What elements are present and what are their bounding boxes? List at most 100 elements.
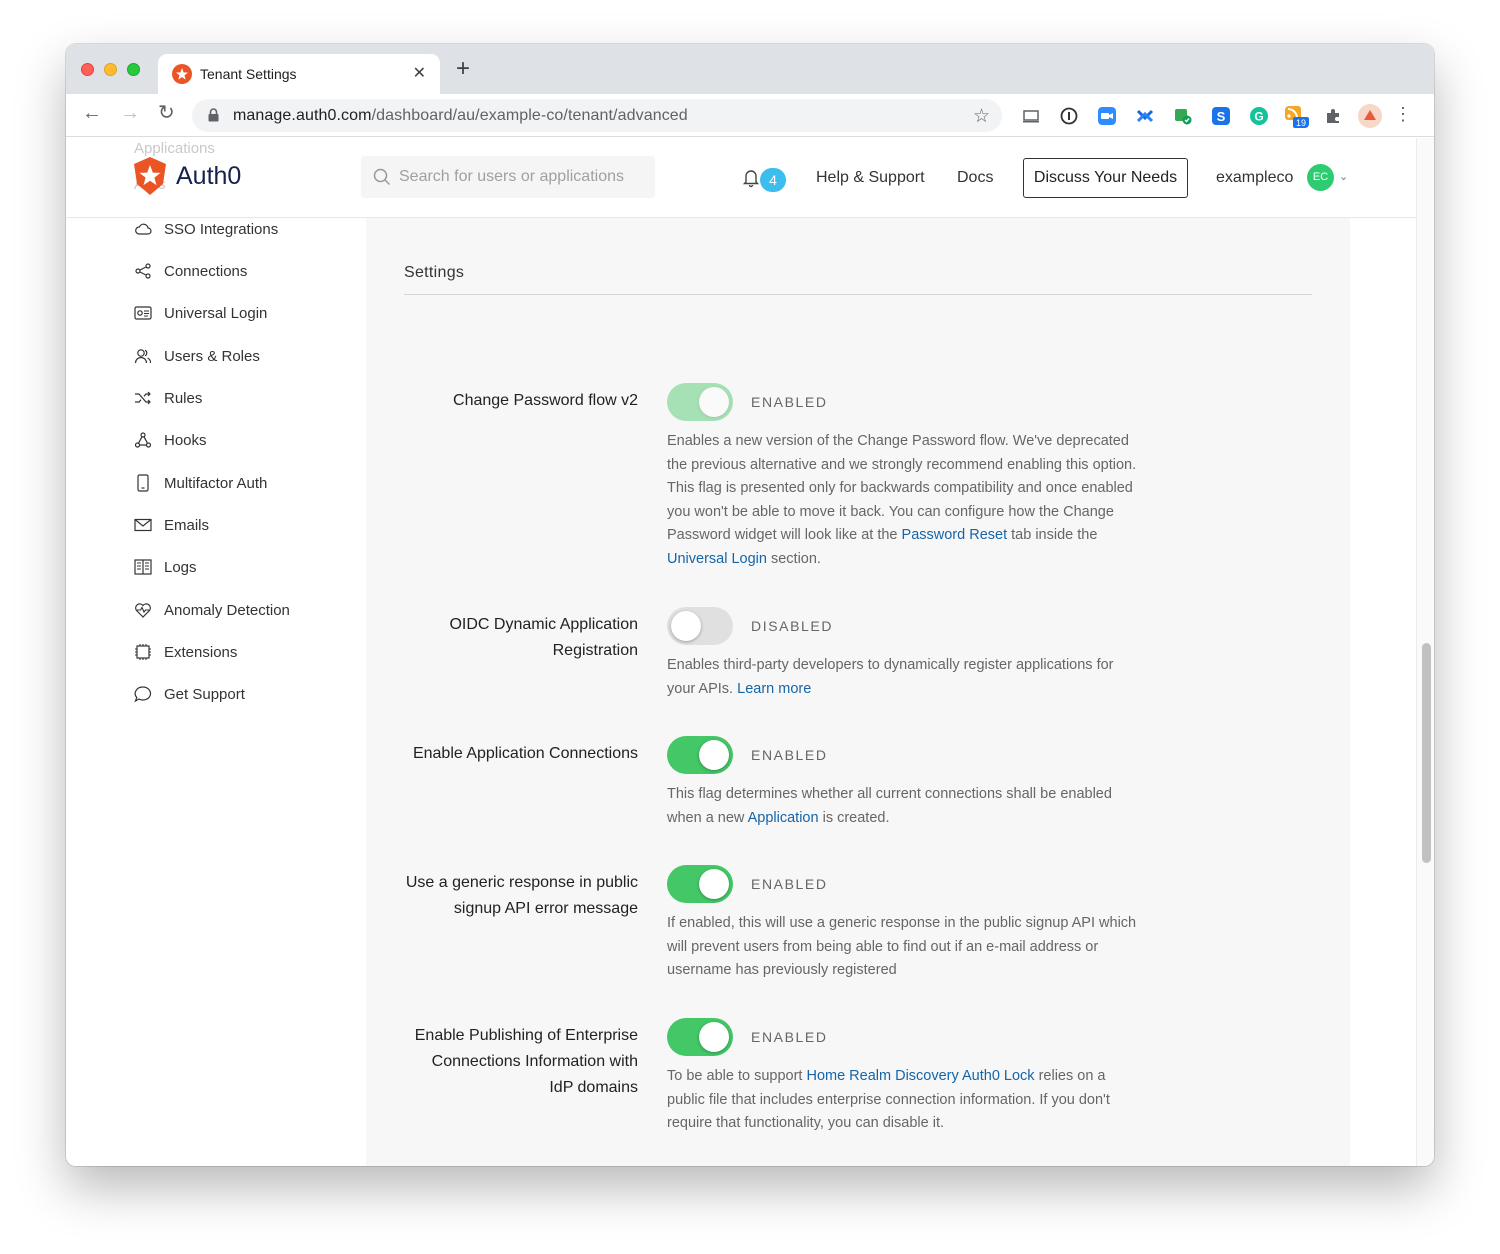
avatar[interactable]: EC	[1307, 164, 1334, 191]
setting-description: To be able to support Home Realm Discove…	[667, 1065, 1145, 1136]
help-support-link[interactable]: Help & Support	[816, 169, 925, 187]
new-tab-button[interactable]: +	[456, 57, 470, 81]
grammarly-icon[interactable]: G	[1250, 107, 1268, 125]
password-manager-icon[interactable]	[1060, 107, 1078, 125]
bell-icon[interactable]	[742, 168, 760, 188]
shield-check-icon[interactable]	[1174, 107, 1192, 125]
lock-icon	[208, 108, 219, 122]
toggle-knob	[699, 1022, 729, 1052]
toggle-knob	[699, 387, 729, 417]
auth0-logo[interactable]: Auth0	[132, 156, 241, 196]
notification-badge[interactable]: 4	[760, 168, 786, 192]
sidebar-item-users-roles[interactable]: Users & Roles	[134, 344, 260, 368]
sidebar-item-label: Hooks	[164, 431, 207, 449]
setting-description: If enabled, this will use a generic resp…	[667, 915, 1137, 979]
book-icon	[134, 559, 152, 575]
sidebar-item-rules[interactable]: Rules	[134, 386, 202, 410]
shuffle-icon	[135, 391, 151, 405]
desc-text: section.	[766, 550, 821, 567]
toggle-oidc-dynamic-registration[interactable]	[667, 607, 733, 645]
sidebar-item-get-support[interactable]: Get Support	[134, 682, 245, 706]
discuss-needs-button[interactable]: Discuss Your Needs	[1023, 158, 1188, 198]
sidebar-item-universal-login[interactable]: Universal Login	[134, 301, 267, 325]
forward-arrow-icon[interactable]: →	[120, 103, 140, 123]
docs-link[interactable]: Docs	[957, 169, 993, 187]
application-link[interactable]: Application	[748, 810, 819, 826]
url-host: manage.auth0.com	[233, 107, 372, 124]
learn-more-link[interactable]: Learn more	[737, 681, 811, 697]
toggle-application-connections[interactable]	[667, 736, 733, 774]
browser-tab[interactable]: Tenant Settings ✕	[158, 54, 440, 94]
rss-feed-icon[interactable]: 19	[1285, 106, 1309, 128]
rss-badge-count: 19	[1296, 118, 1306, 128]
settings-panel: Settings Change Password flow v2 ENABLED…	[366, 218, 1350, 1166]
cast-icon[interactable]	[1022, 107, 1040, 125]
setting-label-generic-signup-response: Use a generic response in public signup …	[405, 874, 638, 917]
url-path: /dashboard/au/example-co/tenant/advanced	[371, 107, 688, 124]
auth0-lock-link[interactable]: Auth0 Lock	[962, 1068, 1035, 1084]
desc-text: is created.	[818, 809, 890, 826]
search-input[interactable]	[399, 156, 649, 198]
profile-avatar-icon[interactable]	[1358, 104, 1382, 128]
bookmark-star-icon[interactable]: ☆	[973, 105, 990, 128]
password-reset-link[interactable]: Password Reset	[902, 527, 1008, 543]
browser-toolbar: ← → ↻ manage.auth0.com/dashboard/au/exam…	[66, 94, 1434, 137]
share-icon	[135, 263, 151, 279]
auth0-favicon-icon	[172, 64, 192, 84]
section-title: Settings	[404, 264, 465, 281]
maximize-window-button[interactable]	[127, 63, 140, 76]
toggle-knob	[699, 740, 729, 770]
cloud-icon	[135, 223, 152, 235]
reload-icon[interactable]: ↻	[158, 103, 175, 123]
search-icon	[373, 168, 391, 186]
global-search[interactable]	[361, 156, 655, 198]
confluence-icon[interactable]	[1136, 107, 1154, 125]
universal-login-link[interactable]: Universal Login	[667, 551, 767, 567]
sidebar-item-anomaly-detection[interactable]: Anomaly Detection	[134, 598, 290, 622]
setting-label-application-connections: Enable Application Connections	[412, 745, 638, 762]
sidebar-item-label: Emails	[164, 516, 210, 534]
home-realm-discovery-link[interactable]: Home Realm Discovery	[806, 1068, 958, 1084]
address-bar[interactable]: manage.auth0.com/dashboard/au/example-co…	[192, 99, 1002, 132]
page-scrollbar[interactable]	[1416, 138, 1434, 1166]
minimize-window-button[interactable]	[104, 63, 117, 76]
setting-description: Enables third-party developers to dynami…	[667, 654, 1145, 701]
toggle-knob	[671, 611, 701, 641]
url-text: manage.auth0.com/dashboard/au/example-co…	[233, 107, 688, 125]
sidebar-item-label: Logs	[164, 558, 197, 576]
page-viewport: Applications Auth0 APIs 4	[66, 138, 1416, 1166]
puzzle-extensions-icon[interactable]	[1324, 107, 1342, 125]
tab-title: Tenant Settings	[200, 66, 297, 82]
tenant-username[interactable]: exampleco	[1216, 169, 1293, 187]
sidebar-item-connections[interactable]: Connections	[134, 259, 247, 283]
svg-text:G: G	[1254, 110, 1263, 124]
sidebar-item-label: Anomaly Detection	[164, 601, 290, 619]
toggle-state-label: ENABLED	[751, 394, 828, 410]
zoom-icon[interactable]	[1098, 107, 1116, 125]
back-arrow-icon[interactable]: ←	[82, 103, 102, 123]
sidebar-item-label: SSO Integrations	[164, 220, 279, 238]
setting-description: This flag determines whether all current…	[667, 783, 1145, 830]
sidebar-item-sso-integrations[interactable]: SSO Integrations	[134, 217, 278, 241]
hooks-icon	[134, 432, 152, 448]
toggle-generic-signup-response[interactable]	[667, 865, 733, 903]
sidebar-item-hooks[interactable]: Hooks	[134, 428, 207, 452]
chevron-down-icon[interactable]: ⌄	[1339, 170, 1348, 183]
scrollbar-thumb[interactable]	[1422, 643, 1431, 863]
svg-text:S: S	[1217, 109, 1226, 124]
toggle-enterprise-connections-publishing[interactable]	[667, 1018, 733, 1056]
close-window-button[interactable]	[81, 63, 94, 76]
tab-close-icon[interactable]: ✕	[413, 63, 426, 83]
browser-menu-icon[interactable]: ⋮	[1394, 105, 1412, 123]
sidebar-item-extensions[interactable]: Extensions	[134, 640, 237, 664]
sidebar-item-label: Users & Roles	[164, 347, 260, 365]
sidebar-item-emails[interactable]: Emails	[134, 513, 209, 537]
desc-text: Enables third-party developers to dynami…	[667, 657, 1114, 697]
s-extension-icon[interactable]: S	[1212, 107, 1230, 125]
toggle-change-password[interactable]	[667, 383, 733, 421]
sidebar-item-logs[interactable]: Logs	[134, 555, 197, 579]
sidebar-item-multifactor-auth[interactable]: Multifactor Auth	[134, 471, 267, 495]
sidebar-item-applications[interactable]: Applications	[134, 140, 215, 157]
login-card-icon	[134, 306, 152, 320]
section-divider	[404, 294, 1312, 295]
